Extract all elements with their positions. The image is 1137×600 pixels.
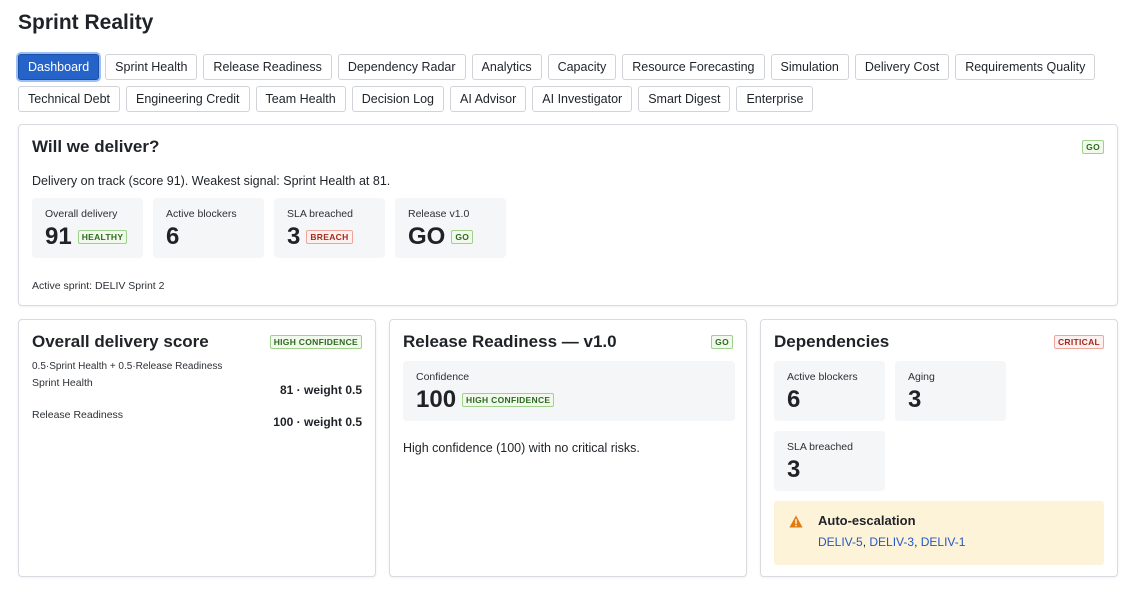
card-title: Dependencies: [774, 332, 890, 351]
stat-value: 3: [287, 223, 301, 250]
delivery-forecast-card: Will we deliver? GO Delivery on track (s…: [18, 124, 1118, 306]
stat-confidence: Confidence 100 HIGH CONFIDENCE: [403, 361, 735, 421]
score-row-sprint-health: Sprint Health 81 · weight 0.5: [32, 377, 362, 397]
overall-score-card: Overall delivery score HIGH CONFIDENCE 0…: [18, 319, 376, 577]
stat-overall-delivery: Overall delivery 91 HEALTHY: [32, 198, 143, 258]
stat-value: 6: [166, 223, 180, 250]
tab-requirements-quality[interactable]: Requirements Quality: [955, 54, 1096, 80]
status-badge: GO: [451, 230, 474, 244]
tab-sprint-health[interactable]: Sprint Health: [105, 54, 198, 80]
tab-analytics[interactable]: Analytics: [471, 54, 542, 80]
stat-label: SLA breached: [787, 441, 853, 453]
status-badge: CRITICAL: [1053, 335, 1104, 349]
card-title: Overall delivery score: [32, 332, 209, 351]
confidence-badge: HIGH CONFIDENCE: [269, 335, 362, 349]
score-formula: 0.5·Sprint Health + 0.5·Release Readines…: [32, 361, 223, 372]
stat-label: Aging: [908, 371, 935, 383]
escalation-title: Auto-escalation: [818, 513, 916, 528]
tab-capacity[interactable]: Capacity: [547, 54, 617, 80]
card-title: Will we deliver?: [32, 137, 160, 156]
active-sprint-note: Active sprint: DELIV Sprint 2: [32, 280, 165, 292]
stat-label: Release v1.0: [408, 208, 470, 220]
tab-release-readiness[interactable]: Release Readiness: [203, 54, 332, 80]
score-row-label: Release Readiness: [32, 409, 124, 421]
status-badge: GO: [1082, 140, 1104, 154]
delivery-summary: Delivery on track (score 91). Weakest si…: [32, 174, 391, 188]
tab-bar: Dashboard Sprint Health Release Readines…: [18, 54, 1118, 112]
stat-sla-breached: SLA breached 3 BREACH: [274, 198, 385, 258]
tab-simulation[interactable]: Simulation: [770, 54, 849, 80]
auto-escalation-alert: Auto-escalation DELIV-5, DELIV-3, DELIV-…: [774, 501, 1104, 565]
tab-decision-log[interactable]: Decision Log: [351, 86, 444, 112]
stat-label: Overall delivery: [45, 208, 118, 220]
stat-value: GO: [408, 223, 446, 250]
stat-active-blockers: Active blockers 6: [774, 361, 885, 421]
tab-dashboard[interactable]: Dashboard: [18, 54, 100, 80]
status-badge: HEALTHY: [77, 230, 128, 244]
stat-value: 3: [787, 456, 801, 483]
stat-value: 100: [416, 386, 457, 413]
tab-enterprise[interactable]: Enterprise: [736, 86, 814, 112]
issue-link-deliv-1[interactable]: DELIV-1: [921, 535, 966, 549]
release-description: High confidence (100) with no critical r…: [403, 441, 640, 455]
stat-sla-breached: SLA breached 3: [774, 431, 885, 491]
issue-link-deliv-5[interactable]: DELIV-5: [818, 535, 863, 549]
tab-delivery-cost[interactable]: Delivery Cost: [854, 54, 950, 80]
tab-team-health[interactable]: Team Health: [255, 86, 346, 112]
tab-engineering-credit[interactable]: Engineering Credit: [126, 86, 250, 112]
warning-icon: [789, 515, 803, 528]
stat-label: SLA breached: [287, 208, 353, 220]
escalation-links: DELIV-5, DELIV-3, DELIV-1: [818, 535, 1090, 549]
stat-aging: Aging 3: [895, 361, 1006, 421]
stat-active-blockers: Active blockers 6: [153, 198, 264, 258]
stat-release-version: Release v1.0 GO GO: [395, 198, 506, 258]
issue-link-deliv-3[interactable]: DELIV-3: [869, 535, 914, 549]
score-row-label: Sprint Health: [32, 377, 93, 389]
score-row-value: 81 · weight 0.5: [279, 383, 362, 397]
dependencies-card: Dependencies CRITICAL Active blockers 6 …: [760, 319, 1118, 577]
tab-dependency-radar[interactable]: Dependency Radar: [337, 54, 466, 80]
app-title: Sprint Reality: [18, 11, 154, 34]
stat-label: Active blockers: [166, 208, 237, 220]
confidence-badge: HIGH CONFIDENCE: [462, 393, 555, 407]
stat-label: Confidence: [416, 371, 470, 383]
status-badge: GO: [711, 335, 733, 349]
score-row-release-readiness: Release Readiness 100 · weight 0.5: [32, 409, 362, 429]
tab-resource-forecasting[interactable]: Resource Forecasting: [622, 54, 765, 80]
release-readiness-card: Release Readiness — v1.0 GO Confidence 1…: [389, 319, 747, 577]
stat-value: 3: [908, 386, 922, 413]
stat-value: 6: [787, 386, 801, 413]
tab-ai-advisor[interactable]: AI Advisor: [450, 86, 527, 112]
score-row-value: 100 · weight 0.5: [273, 415, 362, 429]
stat-value: 91: [45, 223, 72, 250]
stat-label: Active blockers: [787, 371, 858, 383]
status-badge: BREACH: [306, 230, 353, 244]
tab-smart-digest[interactable]: Smart Digest: [638, 86, 731, 112]
tab-ai-investigator[interactable]: AI Investigator: [532, 86, 633, 112]
link-separator: ,: [914, 535, 921, 549]
tab-technical-debt[interactable]: Technical Debt: [18, 86, 120, 112]
card-title: Release Readiness — v1.0: [403, 332, 617, 351]
